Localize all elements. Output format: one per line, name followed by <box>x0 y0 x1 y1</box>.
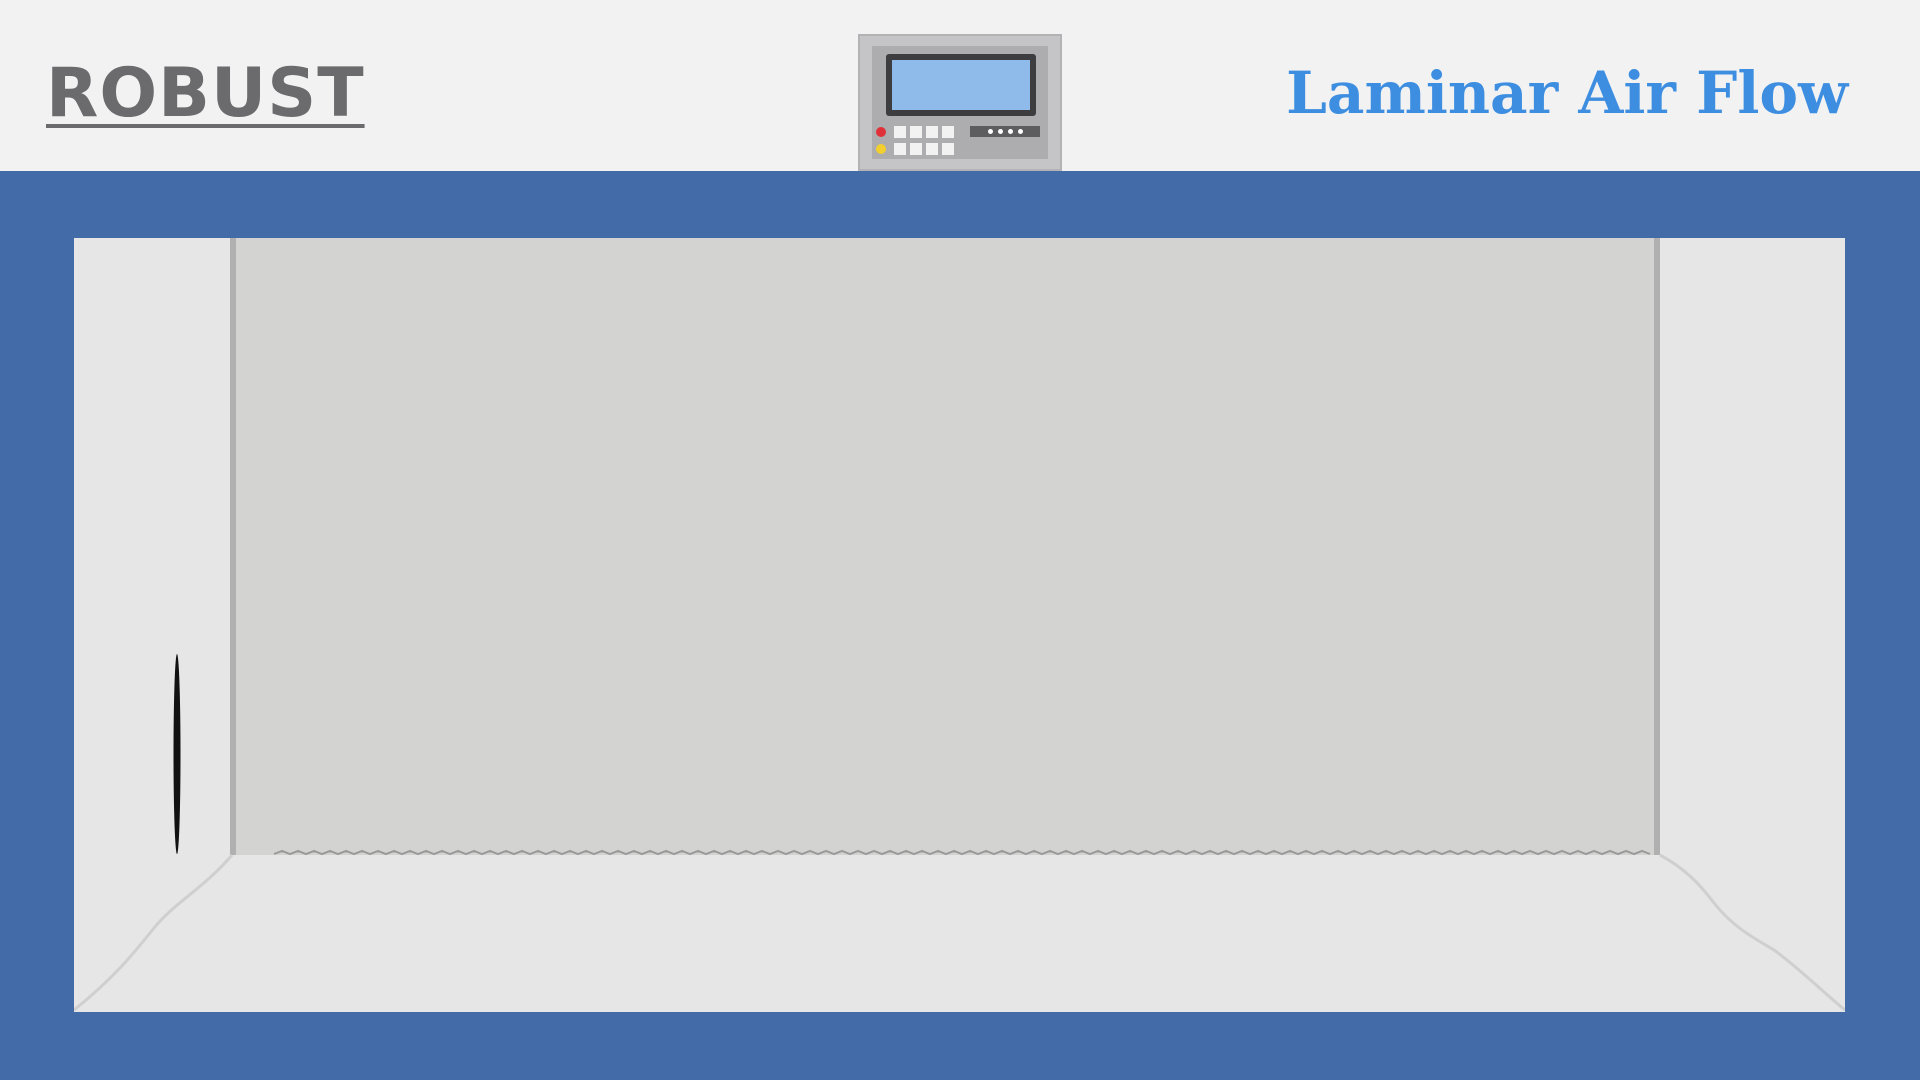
display-screen <box>886 54 1036 116</box>
cabinet-frame <box>0 171 1920 1080</box>
control-panel-face <box>872 46 1048 159</box>
keypad-button[interactable] <box>894 143 906 155</box>
right-post <box>1654 238 1660 855</box>
laminar-air-flow-scene: ROBUST Laminar Air Flow <box>0 0 1920 1080</box>
right-floor-edge <box>1659 853 1845 1012</box>
work-chamber <box>74 238 1845 1012</box>
control-panel[interactable] <box>858 34 1062 171</box>
display-glass <box>892 60 1030 110</box>
keypad-button[interactable] <box>926 143 938 155</box>
status-dot <box>988 129 993 134</box>
keypad-button[interactable] <box>942 126 954 138</box>
left-post <box>230 238 236 855</box>
status-dot <box>1018 129 1023 134</box>
status-dot <box>998 129 1003 134</box>
brand-logo-text: ROBUST <box>46 54 365 133</box>
status-dot <box>1008 129 1013 134</box>
keypad-button[interactable] <box>910 126 922 138</box>
back-wall <box>233 238 1657 855</box>
handle-icon[interactable] <box>173 654 181 854</box>
keypad-button[interactable] <box>910 143 922 155</box>
yellow-indicator-icon <box>876 144 886 154</box>
red-indicator-icon <box>876 127 886 137</box>
left-floor-edge <box>74 854 234 1012</box>
header: ROBUST Laminar Air Flow <box>0 0 1920 171</box>
keypad-button[interactable] <box>926 126 938 138</box>
chamber-drawing <box>74 238 1845 1012</box>
product-title: Laminar Air Flow <box>1286 59 1848 127</box>
status-strip <box>970 126 1040 137</box>
keypad-button[interactable] <box>894 126 906 138</box>
keypad-button[interactable] <box>942 143 954 155</box>
